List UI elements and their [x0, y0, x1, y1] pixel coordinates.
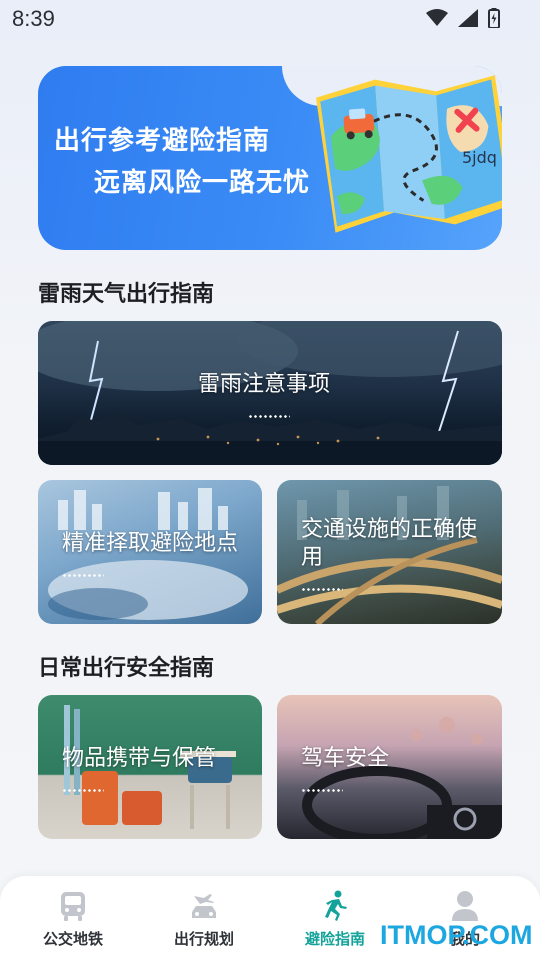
nav-label-safety-guide: 避险指南: [304, 930, 365, 948]
status-icons: [426, 8, 500, 28]
nav-item-trip-planning[interactable]: 出行规划: [154, 876, 254, 960]
nav-item-safety-guide[interactable]: 避险指南: [285, 876, 385, 960]
card-thunderstorm-label: 雷雨注意事项: [198, 372, 331, 397]
card-traffic-dots: [301, 588, 343, 591]
wifi-icon: [426, 9, 448, 26]
card-driving-label: 驾车安全: [301, 746, 390, 771]
banner-title: 出行参考避险指南: [54, 126, 271, 156]
site-watermark: ITMOP.COM: [380, 920, 533, 950]
card-thunderstorm[interactable]: 雷雨注意事项: [38, 321, 502, 465]
card-driving-dots: [301, 789, 343, 792]
section-title-daily-safety: 日常出行安全指南: [38, 656, 215, 681]
status-bar: 8:39: [0, 0, 540, 38]
nav-label-bus-metro: 公交地铁: [42, 930, 103, 948]
card-driving-safety[interactable]: 驾车安全: [277, 695, 502, 839]
card-traffic-facilities[interactable]: 交通设施的正确使用: [277, 480, 502, 624]
card-items-dots: [62, 789, 104, 792]
banner-watermark: 5jdq: [462, 148, 497, 167]
card-evacuation-label: 精准择取避险地点: [62, 531, 239, 556]
nav-label-trip-planning: 出行规划: [173, 930, 234, 948]
car-plane-icon: [192, 894, 216, 918]
card-items-storage[interactable]: 物品携带与保管: [38, 695, 262, 839]
person-icon: [452, 891, 478, 921]
card-thunderstorm-dots: [248, 415, 290, 418]
card-traffic-label: 交通设施的正确使用: [301, 517, 478, 570]
card-evacuation-dots: [62, 574, 104, 577]
promo-banner[interactable]: 出行参考避险指南 远离风险一路无忧 5jdq: [38, 66, 502, 250]
signal-icon: [458, 9, 478, 27]
battery-icon: [488, 8, 500, 28]
status-time: 8:39: [12, 6, 55, 31]
nav-item-bus-metro[interactable]: 公交地铁: [23, 876, 123, 960]
section-title-thunderstorm: 雷雨天气出行指南: [38, 282, 215, 307]
banner-subtitle: 远离风险一路无忧: [94, 168, 311, 198]
card-items-label: 物品携带与保管: [62, 746, 217, 771]
card-evacuation-place[interactable]: 精准择取避险地点: [38, 480, 262, 624]
running-person-icon: [325, 890, 347, 921]
bus-icon: [61, 892, 85, 921]
